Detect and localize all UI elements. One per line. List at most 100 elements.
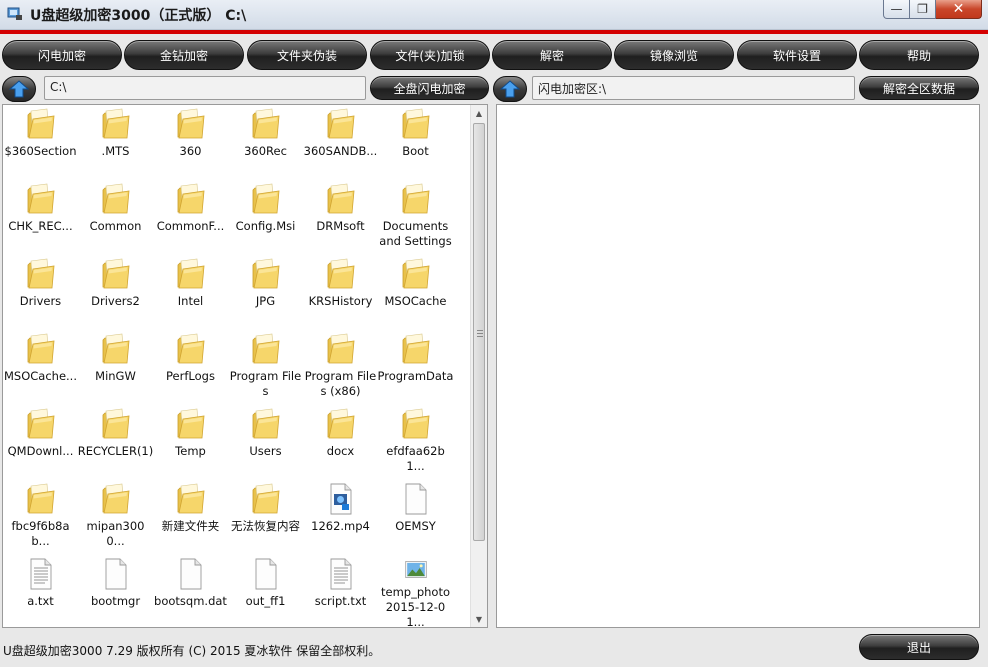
decrypt-button[interactable]: 解密 (492, 40, 612, 70)
file-item[interactable]: KRSHistory (303, 255, 378, 330)
folder-icon (177, 183, 204, 214)
file-item[interactable]: PerfLogs (153, 330, 228, 405)
file-item[interactable]: OEMSY (378, 480, 453, 555)
blank-file-icon (180, 558, 201, 590)
file-label: out_ff1 (245, 594, 286, 608)
file-label: Config.Msi (235, 219, 296, 233)
folder-icon (252, 333, 279, 364)
folder-icon (27, 333, 54, 364)
file-item[interactable]: Temp (153, 405, 228, 480)
file-item[interactable]: Intel (153, 255, 228, 330)
right-path-field[interactable]: 闪电加密区:\ (532, 76, 855, 100)
file-item[interactable]: DRMsoft (303, 180, 378, 255)
file-item[interactable]: temp_photo 2015-12-01... (378, 555, 453, 628)
folder-icon (102, 108, 129, 139)
scroll-down-icon[interactable]: ▼ (471, 611, 487, 627)
file-item[interactable]: 1262.mp4 (303, 480, 378, 555)
image-browse-button[interactable]: 镜像浏览 (614, 40, 734, 70)
maximize-button[interactable]: ❐ (910, 0, 936, 19)
folder-icon (27, 108, 54, 139)
file-item[interactable]: script.txt (303, 555, 378, 627)
vertical-scrollbar[interactable]: ▲ ▼ (470, 105, 487, 627)
file-item[interactable]: bootmgr (78, 555, 153, 627)
settings-button[interactable]: 软件设置 (737, 40, 857, 70)
file-item[interactable]: out_ff1 (228, 555, 303, 627)
file-item[interactable]: Config.Msi (228, 180, 303, 255)
file-item[interactable]: bootsqm.dat (153, 555, 228, 627)
blank-file-icon (405, 483, 426, 515)
folder-icon (402, 258, 429, 289)
file-item[interactable]: CHK_REC... (3, 180, 78, 255)
file-label: ProgramData (377, 369, 454, 383)
file-label: Program Files (229, 369, 302, 398)
file-item[interactable]: fbc9f6b8ab... (3, 480, 78, 555)
text-file-icon (330, 558, 351, 590)
folder-icon (327, 258, 354, 289)
full-disk-encrypt-button[interactable]: 全盘闪电加密 (370, 76, 489, 100)
file-label: OEMSY (395, 519, 436, 533)
file-item[interactable]: .MTS (78, 105, 153, 180)
flash-encrypt-button[interactable]: 闪电加密 (2, 40, 122, 70)
decrypt-all-button[interactable]: 解密全区数据 (859, 76, 979, 100)
minimize-button[interactable]: — (883, 0, 910, 19)
file-item[interactable]: Drivers2 (78, 255, 153, 330)
right-up-button[interactable] (493, 76, 527, 102)
file-item[interactable]: QMDownl... (3, 405, 78, 480)
file-item[interactable]: MSOCache... (3, 330, 78, 405)
file-label: MSOCache... (3, 369, 77, 383)
file-item[interactable]: Users (228, 405, 303, 480)
file-label: fbc9f6b8ab... (11, 519, 70, 548)
file-item[interactable]: RECYCLER(1) (78, 405, 153, 480)
left-path-field[interactable]: C:\ (44, 76, 366, 100)
file-item[interactable]: a.txt (3, 555, 78, 627)
up-arrow-icon (500, 80, 520, 98)
file-lock-button[interactable]: 文件(夹)加锁 (370, 40, 490, 70)
left-up-button[interactable] (2, 76, 36, 102)
help-button[interactable]: 帮助 (859, 40, 979, 70)
scroll-up-icon[interactable]: ▲ (471, 105, 487, 121)
folder-icon (27, 483, 54, 514)
text-file-icon (30, 558, 51, 590)
file-item[interactable]: mipan3000... (78, 480, 153, 555)
file-item[interactable]: $360Section (3, 105, 78, 180)
file-item[interactable]: 360 (153, 105, 228, 180)
folder-disguise-button[interactable]: 文件夹伪装 (247, 40, 367, 70)
file-item[interactable]: JPG (228, 255, 303, 330)
file-item[interactable]: Drivers (3, 255, 78, 330)
file-label: JPG (255, 294, 276, 308)
copyright-text: U盘超级加密3000 7.29 版权所有 (C) 2015 夏冰软件 保留全部权… (3, 644, 381, 658)
file-label: 360SANDB... (303, 144, 378, 158)
file-item[interactable]: MSOCache (378, 255, 453, 330)
file-item[interactable]: docx (303, 405, 378, 480)
file-item[interactable]: efdfaa62b1... (378, 405, 453, 480)
file-label: PerfLogs (166, 369, 215, 383)
file-label: Program Files (x86) (304, 369, 377, 398)
file-item[interactable]: MinGW (78, 330, 153, 405)
blank-file-icon (105, 558, 126, 590)
file-item[interactable]: 无法恢复内容 (228, 480, 303, 555)
folder-icon (252, 183, 279, 214)
file-item[interactable]: Program Files (x86) (303, 330, 378, 405)
file-label: temp_photo 2015-12-01... (380, 585, 450, 628)
file-item[interactable]: Documents and Settings (378, 180, 453, 255)
file-item[interactable]: Boot (378, 105, 453, 180)
file-label: MinGW (95, 369, 136, 383)
encrypted-area-pane[interactable] (496, 104, 980, 628)
main-toolbar: 闪电加密 金钻加密 文件夹伪装 文件(夹)加锁 解密 镜像浏览 软件设置 帮助 (0, 34, 988, 76)
file-item[interactable]: Common (78, 180, 153, 255)
file-item[interactable]: 360SANDB... (303, 105, 378, 180)
title-bar: U盘超级加密3000（正式版） C:\ — ❐ ✕ (0, 0, 988, 30)
file-label: .MTS (101, 144, 130, 158)
scroll-thumb[interactable] (473, 123, 485, 541)
diamond-encrypt-button[interactable]: 金钻加密 (124, 40, 244, 70)
folder-icon (252, 483, 279, 514)
file-item[interactable]: ProgramData (378, 330, 453, 405)
close-button[interactable]: ✕ (936, 0, 982, 19)
exit-button[interactable]: 退出 (859, 634, 979, 660)
file-item[interactable]: 360Rec (228, 105, 303, 180)
file-item[interactable]: Program Files (228, 330, 303, 405)
file-browser-pane[interactable]: $360Section .MTS 360 360Rec 360SANDB... Boot C… (2, 104, 488, 628)
image-file-icon (404, 561, 427, 578)
file-item[interactable]: 新建文件夹 (153, 480, 228, 555)
file-item[interactable]: CommonF... (153, 180, 228, 255)
